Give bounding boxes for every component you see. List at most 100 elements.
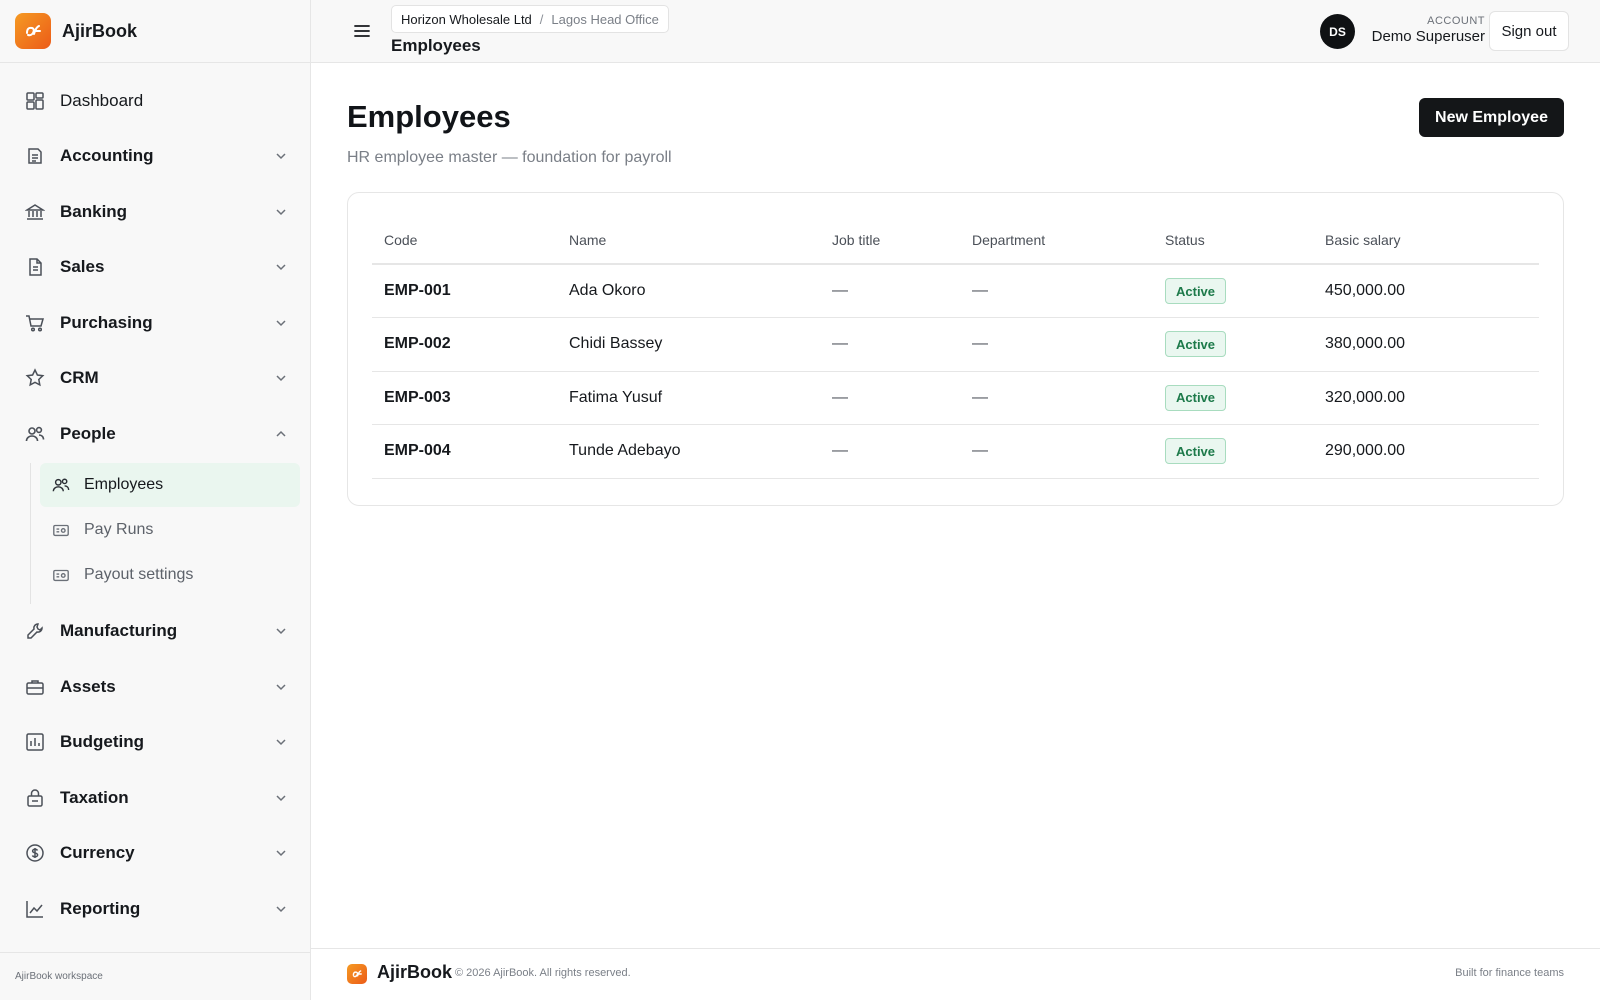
sign-out-button[interactable]: Sign out: [1489, 11, 1569, 51]
chevron-down-icon: [276, 264, 286, 271]
sidebar-item-budgeting[interactable]: Budgeting: [0, 715, 310, 771]
cell-job-title: —: [820, 371, 960, 425]
breadcrumb-company[interactable]: Horizon Wholesale Ltd: [401, 12, 532, 27]
new-employee-button[interactable]: New Employee: [1419, 98, 1564, 137]
breadcrumb-separator: /: [539, 11, 544, 27]
cell-basic-salary: 380,000.00: [1313, 317, 1539, 372]
sidebar-item-taxation[interactable]: Taxation: [0, 770, 310, 826]
cell-department: —: [960, 317, 1153, 372]
line-chart-icon: [24, 898, 46, 920]
ledger-icon: [24, 145, 46, 167]
chevron-down-icon: [276, 209, 286, 215]
sidebar-footer: AjirBook workspace: [0, 952, 310, 1000]
topbar-title: Employees: [391, 36, 481, 55]
sidebar-item-manufacturing[interactable]: Manufacturing: [0, 604, 310, 660]
sidebar-item-label: Purchasing: [60, 312, 153, 332]
cell-status: Active: [1153, 424, 1313, 479]
sidebar-item-crm[interactable]: CRM: [0, 351, 310, 407]
column-header-name[interactable]: Name: [557, 217, 820, 265]
cell-basic-salary: 320,000.00: [1313, 371, 1539, 425]
table-row[interactable]: EMP-004 Tunde Adebayo — — Active 290,000…: [372, 424, 1539, 479]
sidebar-item-people[interactable]: People: [0, 406, 310, 462]
column-header-department[interactable]: Department: [960, 217, 1153, 265]
table-row[interactable]: EMP-002 Chidi Bassey — — Active 380,000.…: [372, 317, 1539, 372]
cell-status: Active: [1153, 264, 1313, 318]
sidebar-item-label: Banking: [60, 201, 128, 221]
sidebar-item-label: People: [60, 423, 116, 443]
breadcrumb: Horizon Wholesale Ltd / Lagos Head Offic…: [391, 5, 669, 33]
cell-code[interactable]: EMP-004: [372, 424, 557, 479]
cell-name: Ada Okoro: [557, 264, 820, 318]
cell-status: Active: [1153, 371, 1313, 425]
cell-job-title: —: [820, 424, 960, 479]
coin-icon: [24, 842, 46, 864]
sidebar-subitem-employees[interactable]: Employees: [40, 462, 300, 507]
money-icon: [52, 566, 70, 584]
account-name: Demo Superuser: [1371, 28, 1485, 45]
column-header-code[interactable]: Code: [372, 217, 557, 265]
brand-logo-icon: [15, 13, 51, 49]
employees-table-card: Code Name Job title Department Status Ba…: [347, 192, 1564, 506]
cart-icon: [24, 312, 46, 334]
sidebar-item-label: Taxation: [60, 787, 129, 807]
sidebar-subitem-label: Employees: [84, 475, 164, 493]
sidebar-item-purchasing[interactable]: Purchasing: [0, 295, 310, 351]
cell-basic-salary: 450,000.00: [1313, 264, 1539, 318]
cell-name: Chidi Bassey: [557, 317, 820, 372]
column-header-status[interactable]: Status: [1153, 217, 1313, 265]
cell-code[interactable]: EMP-002: [372, 317, 557, 372]
bar-chart-icon: [24, 731, 46, 753]
sidebar-item-reporting[interactable]: Reporting: [0, 881, 310, 937]
cell-basic-salary: 290,000.00: [1313, 424, 1539, 479]
cell-job-title: —: [820, 264, 960, 318]
column-header-job-title[interactable]: Job title: [820, 217, 960, 265]
sidebar-subitem-label: Payout settings: [84, 565, 194, 583]
sidebar: AjirBook Dashboard Accounting Banking Sa…: [0, 0, 311, 1000]
chevron-down-icon: [276, 628, 286, 635]
avatar[interactable]: DS: [1320, 14, 1355, 49]
sidebar-item-accounting[interactable]: Accounting: [0, 129, 310, 185]
chevron-down-icon: [276, 795, 286, 801]
sidebar-nav: Dashboard Accounting Banking Sales Purch…: [0, 63, 310, 937]
main-content: Employees HR employee master — foundatio…: [311, 63, 1600, 948]
users-icon: [52, 476, 70, 494]
table-row[interactable]: EMP-003 Fatima Yusuf — — Active 320,000.…: [372, 371, 1539, 425]
page-footer: AjirBook © 2026 AjirBook. All rights res…: [311, 948, 1600, 1000]
sidebar-item-dashboard[interactable]: Dashboard: [0, 73, 310, 129]
hamburger-menu-icon[interactable]: [351, 20, 373, 42]
status-badge: Active: [1165, 278, 1227, 304]
chevron-down-icon: [276, 375, 286, 382]
page-title: Employees: [347, 99, 511, 134]
breadcrumb-branch[interactable]: Lagos Head Office: [551, 12, 658, 27]
footer-logo-icon: [347, 964, 367, 984]
sidebar-item-banking[interactable]: Banking: [0, 184, 310, 240]
cell-code[interactable]: EMP-003: [372, 371, 557, 425]
account-info: ACCOUNT Demo Superuser: [1361, 15, 1485, 45]
brand[interactable]: AjirBook: [0, 0, 310, 63]
chevron-down-icon: [276, 739, 286, 746]
sidebar-item-sales[interactable]: Sales: [0, 240, 310, 296]
cell-name: Tunde Adebayo: [557, 424, 820, 479]
sidebar-item-label: Budgeting: [60, 732, 145, 752]
table-row[interactable]: EMP-001 Ada Okoro — — Active 450,000.00: [372, 264, 1539, 318]
cell-department: —: [960, 424, 1153, 479]
sidebar-item-assets[interactable]: Assets: [0, 659, 310, 715]
sidebar-subitem-payout-settings[interactable]: Payout settings: [40, 553, 300, 597]
footer-brand-name: AjirBook: [377, 962, 453, 982]
sidebar-item-label: Dashboard: [60, 90, 144, 110]
table-header-row: Code Name Job title Department Status Ba…: [372, 217, 1539, 265]
sidebar-subitem-label: Pay Runs: [84, 520, 154, 538]
cell-code[interactable]: EMP-001: [372, 264, 557, 318]
sidebar-item-currency[interactable]: Currency: [0, 826, 310, 882]
sidebar-item-label: Sales: [60, 257, 105, 277]
sidebar-item-label: Reporting: [60, 898, 141, 918]
status-badge: Active: [1165, 438, 1227, 465]
chevron-up-icon: [276, 430, 286, 437]
sidebar-item-label: Manufacturing: [60, 621, 178, 641]
status-badge: Active: [1165, 331, 1227, 358]
chevron-down-icon: [276, 850, 286, 857]
chevron-down-icon: [276, 906, 286, 912]
sidebar-subitem-pay-runs[interactable]: Pay Runs: [40, 508, 300, 552]
sidebar-item-label: Assets: [60, 676, 116, 696]
column-header-basic-salary[interactable]: Basic salary: [1313, 217, 1539, 265]
